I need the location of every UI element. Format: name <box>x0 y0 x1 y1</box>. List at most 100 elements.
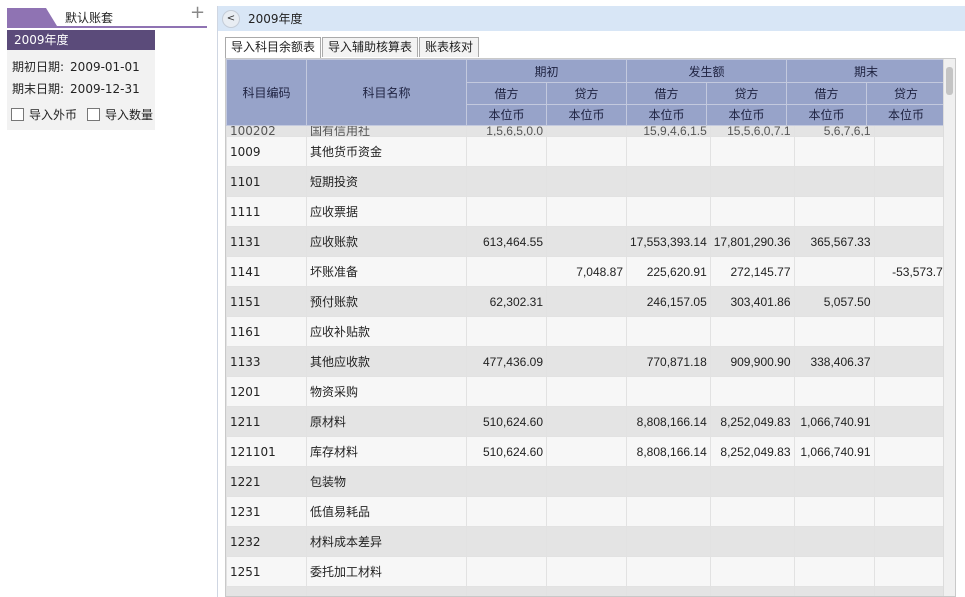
col-header-code[interactable]: 科目编码 <box>226 59 307 126</box>
table-cell-ad[interactable] <box>626 196 711 227</box>
table-cell-cc[interactable] <box>873 436 954 467</box>
col-header-opening-debit[interactable]: 借方 <box>466 82 547 105</box>
table-cell-cc[interactable] <box>873 346 954 377</box>
table-cell-name[interactable]: 短期投资 <box>306 166 467 197</box>
col-header-activity-debit[interactable]: 借方 <box>626 82 707 105</box>
table-cell-code[interactable]: 1151 <box>226 286 307 317</box>
table-cell-cc[interactable] <box>873 466 954 497</box>
table-cell-oc[interactable] <box>546 556 627 587</box>
table-cell-od[interactable]: 510,624.60 <box>466 406 547 437</box>
table-row[interactable]: 1251 委托加工材料 <box>226 556 954 587</box>
table-cell-cc[interactable] <box>873 166 954 197</box>
table-cell-ad[interactable] <box>626 166 711 197</box>
col-header-activity-credit[interactable]: 贷方 <box>706 82 787 105</box>
table-cell-od[interactable]: 510,624.60 <box>466 436 547 467</box>
table-cell-cd[interactable] <box>793 256 875 287</box>
table-cell-ac[interactable]: 15,5,6,0,7.1 <box>709 125 795 137</box>
table-cell-ad[interactable] <box>626 376 711 407</box>
table-cell-od[interactable] <box>466 136 547 167</box>
table-cell-cd[interactable] <box>793 166 875 197</box>
table-cell-ac[interactable] <box>709 466 795 497</box>
table-row[interactable]: 1141 坏账准备 7,048.87 225,620.91 272,145.77 -53,… <box>226 256 954 287</box>
table-cell-od[interactable] <box>466 466 547 497</box>
table-cell-ad[interactable] <box>626 316 711 347</box>
table-cell-cd[interactable]: 1,066,740.91 <box>793 406 875 437</box>
table-cell-cd[interactable]: 338,406.37 <box>793 346 875 377</box>
table-cell-cd[interactable] <box>793 496 875 527</box>
table-cell-ac[interactable] <box>709 556 795 587</box>
table-cell-code[interactable]: 1251 <box>226 556 307 587</box>
table-cell-cc[interactable]: -53,573.73 <box>873 256 954 287</box>
table-cell-oc[interactable] <box>546 226 627 257</box>
ledger-name[interactable]: 默认账套 <box>65 9 113 26</box>
table-cell-cd[interactable] <box>793 136 875 167</box>
table-cell-ac[interactable]: 303,401.86 <box>709 286 795 317</box>
table-cell-ac[interactable]: 8,252,049.83 <box>709 406 795 437</box>
table-cell-name[interactable]: 坏账准备 <box>306 256 467 287</box>
table-cell-ad[interactable]: 770,871.18 <box>626 346 711 377</box>
table-cell-cc[interactable] <box>873 286 954 317</box>
vertical-scrollbar[interactable] <box>943 59 955 596</box>
table-cell-cd[interactable] <box>793 526 875 557</box>
table-cell-ad[interactable] <box>626 586 711 596</box>
table-cell-code[interactable]: 1131 <box>226 226 307 257</box>
table-cell-code[interactable]: 1161 <box>226 316 307 347</box>
table-cell-code[interactable]: 1141 <box>226 256 307 287</box>
tab-import-auxiliary[interactable]: 导入辅助核算表 <box>322 37 419 57</box>
table-cell-name[interactable]: 国有信用社 <box>306 125 467 137</box>
table-cell-cd[interactable] <box>793 586 875 596</box>
table-cell-oc[interactable] <box>546 166 627 197</box>
table-row[interactable]: 1101 短期投资 <box>226 166 954 197</box>
table-cell-cd[interactable]: 365,567.33 <box>793 226 875 257</box>
tab-import-balance[interactable]: 导入科目余额表 <box>225 37 322 58</box>
ledger-tab-marker[interactable] <box>7 8 57 26</box>
table-cell-oc[interactable] <box>546 316 627 347</box>
table-row[interactable]: 1009 其他货币资金 <box>226 136 954 167</box>
table-cell-ac[interactable]: 909,900.90 <box>709 346 795 377</box>
table-row[interactable]: 1211 原材料 510,624.60 8,808,166.14 8,252,049.8… <box>226 406 954 437</box>
table-cell-od[interactable] <box>466 196 547 227</box>
table-cell-ad[interactable] <box>626 466 711 497</box>
table-cell-name[interactable]: 低值易耗品 <box>306 496 467 527</box>
table-cell-oc[interactable] <box>546 496 627 527</box>
table-row[interactable]: 1221 包装物 <box>226 466 954 497</box>
table-cell-ac[interactable] <box>709 196 795 227</box>
table-cell-cd[interactable] <box>793 556 875 587</box>
import-fx-checkbox[interactable] <box>11 108 24 121</box>
table-cell-ac[interactable] <box>709 136 795 167</box>
table-cell-code[interactable]: 1221 <box>226 466 307 497</box>
table-cell-od[interactable]: 613,464.55 <box>466 226 547 257</box>
table-cell-oc[interactable] <box>546 136 627 167</box>
table-cell-od[interactable] <box>466 256 547 287</box>
table-cell-od[interactable] <box>466 526 547 557</box>
table-row[interactable]: 100202 国有信用社 1,5,6,5,0.0 15,9,4,6,1.5 15,5,6… <box>226 125 954 137</box>
add-ledger-icon[interactable]: + <box>190 3 205 23</box>
table-cell-ad[interactable]: 8,808,166.14 <box>626 436 711 467</box>
table-cell-name[interactable]: 应收账款 <box>306 226 467 257</box>
table-row[interactable] <box>226 586 954 596</box>
col-header-opening-credit[interactable]: 贷方 <box>546 82 627 105</box>
table-row[interactable]: 1131 应收账款 613,464.55 17,553,393.14 17,801,29… <box>226 226 954 257</box>
table-cell-name[interactable]: 应收票据 <box>306 196 467 227</box>
table-cell-od[interactable] <box>466 556 547 587</box>
table-cell-od[interactable]: 62,302.31 <box>466 286 547 317</box>
table-cell-ad[interactable]: 15,9,4,6,1.5 <box>626 125 711 137</box>
table-cell-name[interactable]: 其他应收款 <box>306 346 467 377</box>
table-cell-ac[interactable] <box>709 526 795 557</box>
table-cell-code[interactable]: 1133 <box>226 346 307 377</box>
table-cell-code[interactable] <box>226 586 307 596</box>
table-cell-ad[interactable]: 225,620.91 <box>626 256 711 287</box>
table-cell-oc[interactable] <box>546 436 627 467</box>
table-cell-code[interactable]: 100202 <box>226 125 307 137</box>
table-cell-name[interactable]: 物资采购 <box>306 376 467 407</box>
table-cell-ac[interactable] <box>709 586 795 596</box>
table-cell-oc[interactable] <box>546 286 627 317</box>
table-cell-ad[interactable] <box>626 556 711 587</box>
table-cell-ac[interactable]: 272,145.77 <box>709 256 795 287</box>
table-row[interactable]: 121101 库存材料 510,624.60 8,808,166.14 8,252,04… <box>226 436 954 467</box>
table-cell-cc[interactable] <box>873 586 954 596</box>
tab-reconcile[interactable]: 账表核对 <box>419 37 480 57</box>
table-cell-ad[interactable]: 17,553,393.14 <box>626 226 711 257</box>
table-cell-ad[interactable]: 8,808,166.14 <box>626 406 711 437</box>
table-cell-oc[interactable] <box>546 196 627 227</box>
